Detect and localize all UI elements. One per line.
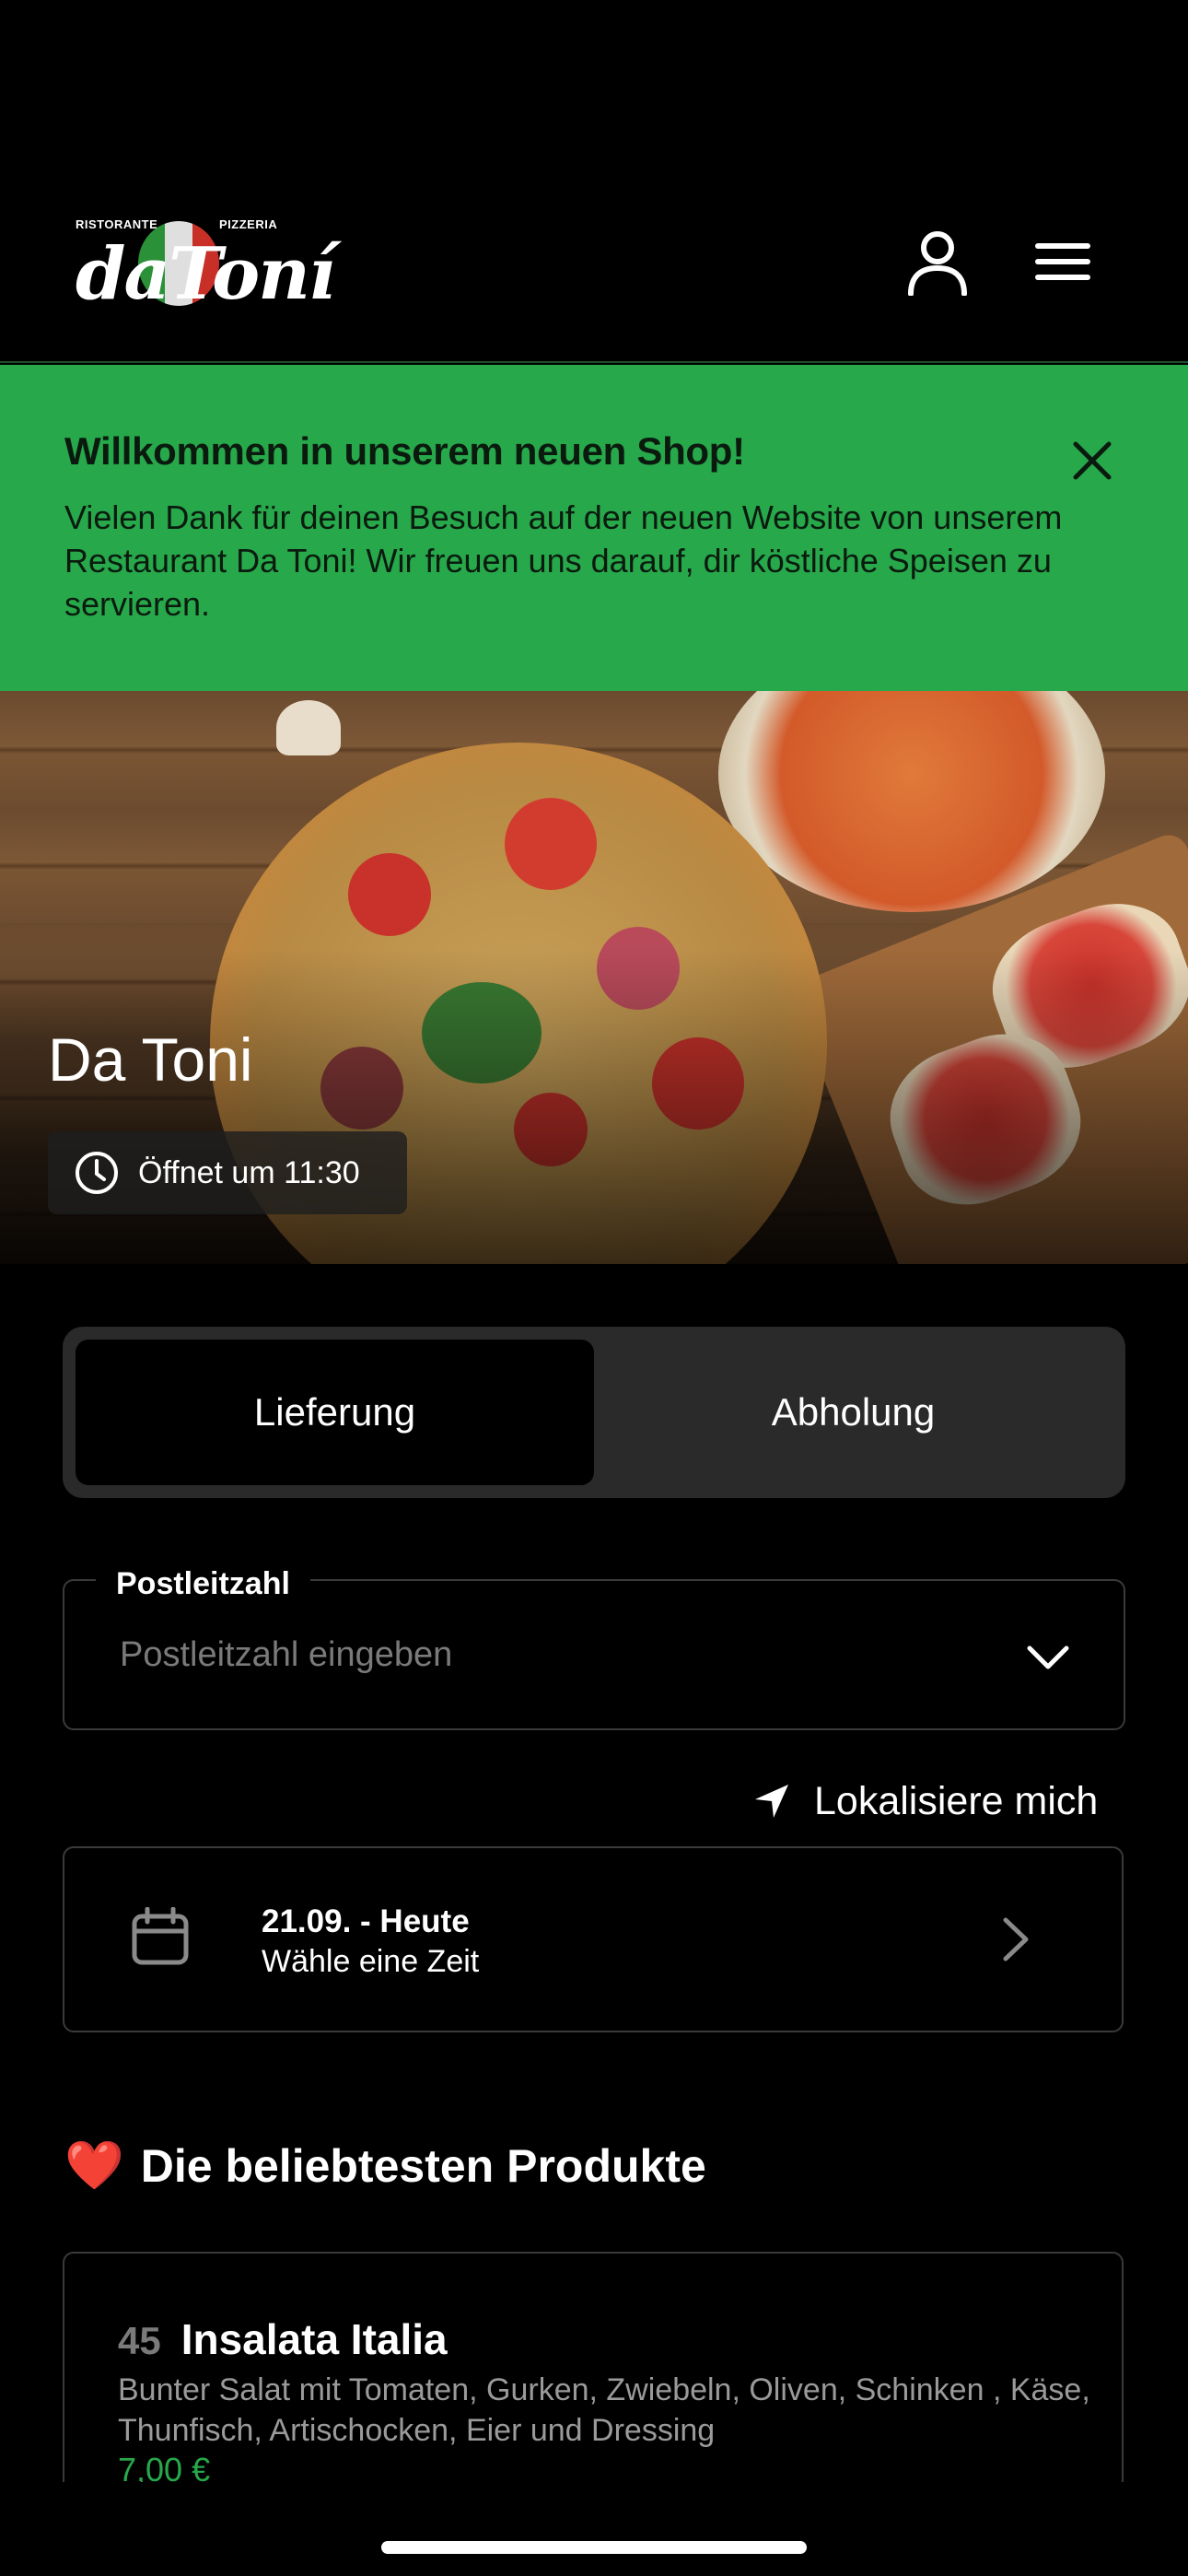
tab-delivery[interactable]: Lieferung [76, 1340, 594, 1485]
logo-subtitle-left: RISTORANTE [76, 217, 158, 231]
close-icon [1073, 441, 1112, 480]
selected-date: 21.09. - Heute [262, 1903, 470, 1939]
location-arrow-icon [755, 1785, 788, 1818]
product-header: 45 Insalata Italia [118, 2314, 448, 2364]
calendar-icon [132, 1907, 189, 1965]
product-number: 45 [118, 2319, 161, 2362]
postal-code-dropdown[interactable] [1020, 1631, 1076, 1686]
menu-button[interactable] [1026, 225, 1100, 299]
home-indicator[interactable] [381, 2541, 807, 2554]
tab-pickup[interactable]: Abholung [594, 1340, 1112, 1485]
select-time-prompt: Wähle eine Zeit [262, 1944, 480, 1979]
postal-code-input[interactable] [120, 1635, 949, 1675]
popular-products-title: Die beliebtesten Produkte [140, 2139, 706, 2192]
bottom-safe-area [0, 2482, 1188, 2576]
order-mode-toggle: Lieferung Abholung [63, 1327, 1125, 1498]
banner-text: Vielen Dank für deinen Besuch auf der ne… [64, 498, 1063, 623]
logo-subtitle-right: PIZZERIA [219, 217, 278, 231]
product-name: Insalata Italia [181, 2315, 448, 2363]
logo-wordmark: daToní [76, 232, 336, 316]
restaurant-logo[interactable]: RISTORANTE PIZZERIA daToní [76, 210, 336, 316]
locate-me-label: Lokalisiere mich [814, 1778, 1099, 1823]
product-description: Bunter Salat mit Tomaten, Gurken, Zwiebe… [118, 2372, 1090, 2448]
opening-hours-badge: Öffnet um 11:30 [48, 1131, 407, 1214]
popular-products-heading: ❤️ Die beliebtesten Produkte [64, 2137, 706, 2194]
user-icon [908, 231, 967, 296]
clock-icon [76, 1152, 118, 1194]
banner-close-button[interactable] [1065, 433, 1120, 488]
account-button[interactable] [901, 225, 974, 299]
chevron-down-icon [1027, 1645, 1069, 1669]
chevron-right-icon [1003, 1917, 1029, 1961]
welcome-banner: Willkommen in unserem neuen Shop! Vielen… [0, 365, 1188, 691]
app-header: RISTORANTE PIZZERIA daToní [0, 0, 1188, 363]
banner-title: Willkommen in unserem neuen Shop! [64, 429, 745, 473]
hamburger-menu-icon [1035, 243, 1090, 280]
heart-icon: ❤️ [64, 2139, 124, 2193]
restaurant-name: Da Toni [48, 1025, 253, 1094]
opening-hours-text: Öffnet um 11:30 [138, 1154, 360, 1190]
date-time-picker[interactable]: 21.09. - Heute Wähle eine Zeit [63, 1846, 1124, 2032]
postal-code-label: Postleitzahl [96, 1566, 310, 1602]
locate-me-button[interactable]: Lokalisiere mich [751, 1769, 1098, 1833]
